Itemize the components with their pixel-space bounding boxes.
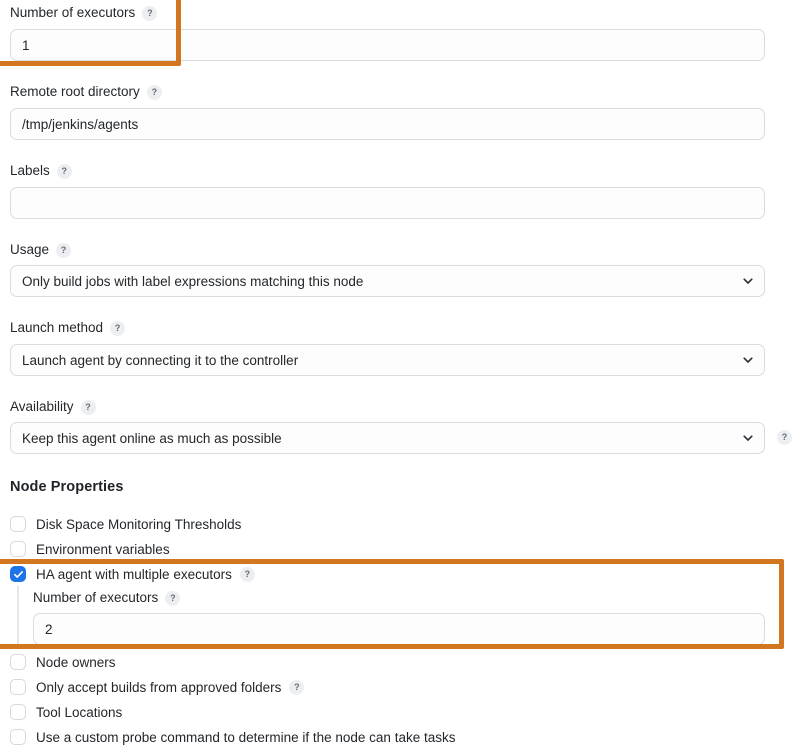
node-property-label-text: Use a custom probe command to determine …	[36, 729, 456, 745]
help-icon[interactable]: ?	[146, 84, 162, 100]
remote-root-directory-input[interactable]	[10, 108, 765, 140]
ha-number-of-executors-input[interactable]	[33, 613, 765, 645]
node-property-label: Node owners	[36, 655, 116, 670]
node-property-row[interactable]: Environment variables	[10, 541, 170, 557]
availability-help-icon[interactable]: ?	[777, 430, 792, 445]
node-property-row[interactable]: Node owners	[10, 654, 116, 670]
node-property-label-text: Node owners	[36, 654, 116, 670]
availability-select[interactable]: Keep this agent online as much as possib…	[10, 422, 765, 454]
ha-number-of-executors-label-text: Number of executors	[33, 590, 159, 605]
check-icon	[13, 570, 23, 578]
ha-number-of-executors-label: Number of executors ?	[33, 590, 181, 606]
node-property-label: Tool Locations	[36, 705, 122, 720]
nested-indent-guide	[17, 586, 19, 644]
node-property-label-text: Environment variables	[36, 541, 170, 557]
availability-select-value[interactable]: Keep this agent online as much as possib…	[10, 422, 765, 454]
help-icon[interactable]: ?	[239, 566, 255, 582]
help-icon[interactable]: ?	[56, 163, 72, 179]
labels-label-text: Labels	[10, 163, 50, 178]
checkbox-environment-variables[interactable]	[10, 541, 26, 557]
node-property-row-ha-agent[interactable]: HA agent with multiple executors ?	[10, 566, 255, 582]
node-property-row[interactable]: Only accept builds from approved folders…	[10, 679, 305, 695]
help-icon[interactable]: ?	[289, 679, 305, 695]
help-icon[interactable]: ?	[110, 320, 126, 336]
node-property-label: Disk Space Monitoring Thresholds	[36, 517, 241, 532]
launch-method-select-value[interactable]: Launch agent by connecting it to the con…	[10, 344, 765, 376]
remote-root-directory-label-text: Remote root directory	[10, 84, 140, 99]
remote-root-directory-label: Remote root directory ?	[10, 84, 162, 100]
number-of-executors-input[interactable]	[10, 29, 765, 61]
checkbox-only-accept-builds-from-approved-folders[interactable]	[10, 679, 26, 695]
checkbox-use-custom-probe-command[interactable]	[10, 729, 26, 745]
help-icon[interactable]: ?	[142, 5, 158, 21]
node-properties-title: Node Properties	[10, 479, 124, 495]
node-property-label: Environment variables	[36, 542, 170, 557]
node-property-label: HA agent with multiple executors ?	[36, 566, 255, 582]
help-icon[interactable]: ?	[165, 590, 181, 606]
node-property-row[interactable]: Tool Locations	[10, 704, 122, 720]
usage-label: Usage ?	[10, 242, 72, 258]
node-property-label-text: Disk Space Monitoring Thresholds	[36, 516, 242, 532]
node-property-label-text: Only accept builds from approved folders	[36, 679, 282, 695]
help-icon[interactable]: ?	[80, 399, 96, 415]
checkbox-tool-locations[interactable]	[10, 704, 26, 720]
launch-method-label: Launch method ?	[10, 320, 126, 336]
usage-select-value[interactable]: Only build jobs with label expressions m…	[10, 265, 765, 297]
labels-label: Labels ?	[10, 163, 72, 179]
launch-method-select[interactable]: Launch agent by connecting it to the con…	[10, 344, 765, 376]
help-icon[interactable]: ?	[56, 242, 72, 258]
checkbox-disk-space-monitoring-thresholds[interactable]	[10, 516, 26, 532]
node-property-label: Use a custom probe command to determine …	[36, 730, 455, 745]
node-property-label-text: HA agent with multiple executors	[36, 566, 232, 582]
usage-label-text: Usage	[10, 242, 50, 257]
availability-label: Availability ?	[10, 399, 96, 415]
node-property-row[interactable]: Use a custom probe command to determine …	[10, 729, 455, 745]
checkbox-ha-agent-with-multiple-executors[interactable]	[10, 566, 26, 582]
availability-label-text: Availability	[10, 399, 74, 414]
node-configuration-form: Number of executors ? Remote root direct…	[0, 0, 800, 756]
number-of-executors-label-text: Number of executors	[10, 5, 136, 20]
checkbox-node-owners[interactable]	[10, 654, 26, 670]
node-property-row[interactable]: Disk Space Monitoring Thresholds	[10, 516, 241, 532]
usage-select[interactable]: Only build jobs with label expressions m…	[10, 265, 765, 297]
launch-method-label-text: Launch method	[10, 320, 104, 335]
node-property-label-text: Tool Locations	[36, 704, 123, 720]
node-property-label: Only accept builds from approved folders…	[36, 679, 305, 695]
labels-input[interactable]	[10, 187, 765, 219]
number-of-executors-label: Number of executors ?	[10, 5, 158, 21]
